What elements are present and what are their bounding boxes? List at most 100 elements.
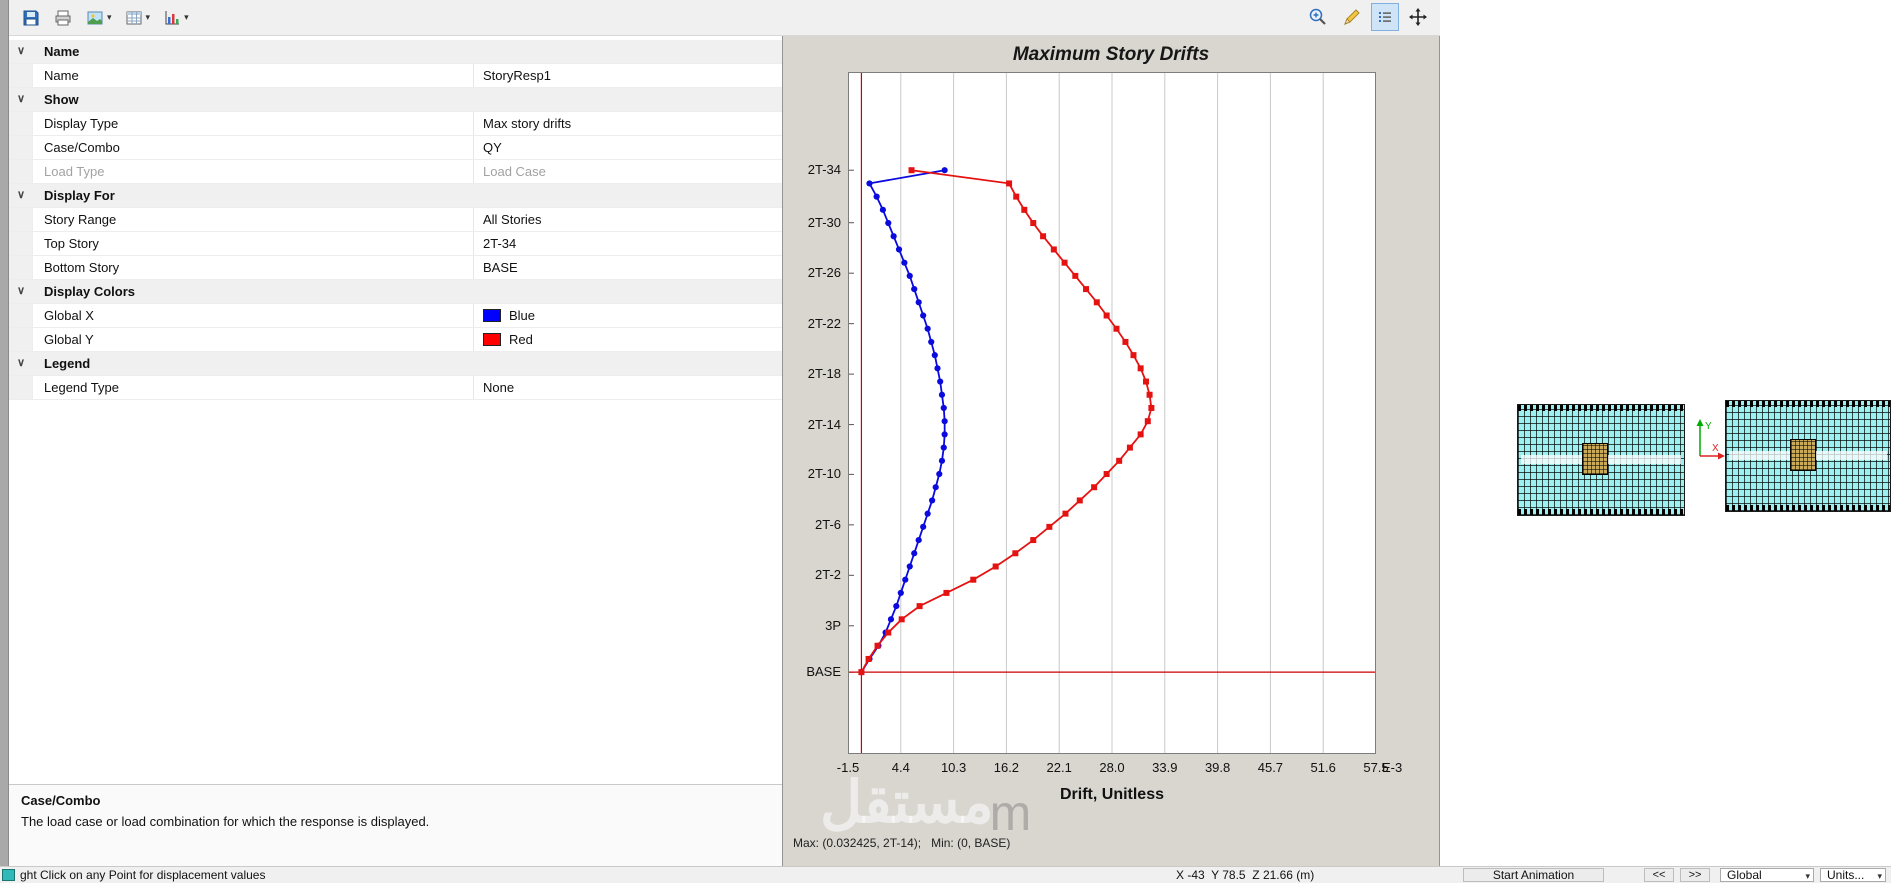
- drift-axis-tick-label: 28.0: [1099, 760, 1125, 775]
- chevron-down-icon: ∨: [16, 285, 26, 297]
- zoom-button[interactable]: [1303, 3, 1333, 31]
- property-row[interactable]: Global X Blue: [9, 304, 782, 328]
- structure-plan-view-left[interactable]: [1517, 404, 1685, 516]
- row-gutter: [9, 376, 33, 399]
- property-value-text: All Stories: [483, 212, 542, 227]
- property-value-text: Load Case: [483, 164, 546, 179]
- magnifier-plus-icon: [1309, 8, 1326, 25]
- details-list-button[interactable]: [1371, 3, 1399, 31]
- next-step-button[interactable]: >>: [1680, 868, 1710, 882]
- dropdown-arrow-icon: ▾: [1805, 871, 1810, 881]
- property-row[interactable]: Bottom Story BASE: [9, 256, 782, 280]
- printer-icon: [55, 10, 71, 25]
- property-value[interactable]: Red: [473, 328, 782, 351]
- structure-plan-view-right[interactable]: [1725, 400, 1891, 512]
- property-value-text: BASE: [483, 260, 518, 275]
- property-row[interactable]: Global Y Red: [9, 328, 782, 352]
- drift-axis-tick-label: 51.6: [1310, 760, 1336, 775]
- application-window: ▾ ▾ ▾ ∨ Name Name StoryResp1 ∨ Show Disp…: [0, 0, 1891, 883]
- start-animation-button[interactable]: Start Animation: [1463, 868, 1604, 882]
- pan-button[interactable]: [1403, 3, 1433, 31]
- story-axis-label: 2T-26: [807, 265, 841, 281]
- drift-axis-tick-label: 4.4: [891, 760, 910, 775]
- plan-core: [1790, 439, 1816, 471]
- story-axis-label: 2T-18: [807, 366, 841, 382]
- property-value[interactable]: QY: [473, 136, 782, 159]
- property-value[interactable]: Blue: [473, 304, 782, 327]
- show-tables-button[interactable]: ▾: [120, 4, 155, 32]
- property-value-text: StoryResp1: [483, 68, 551, 83]
- row-gutter: [9, 64, 33, 87]
- model-view-panel[interactable]: Y X: [1440, 0, 1891, 866]
- story-axis-label: 2T-6: [814, 516, 841, 532]
- floppy-icon: [23, 10, 39, 25]
- property-section-header[interactable]: ∨ Display For: [9, 184, 782, 208]
- drift-axis-tick-label: 33.9: [1152, 760, 1178, 775]
- property-value[interactable]: Max story drifts: [473, 112, 782, 135]
- table-icon: [126, 11, 142, 24]
- section-label: Display For: [44, 188, 115, 203]
- property-section-header[interactable]: ∨ Legend: [9, 352, 782, 376]
- cursor-coordinates: X -43 Y 78.5 Z 21.66 (m): [1176, 868, 1315, 882]
- property-row[interactable]: Legend Type None: [9, 376, 782, 400]
- global-axes-icon: Y X: [1696, 419, 1725, 460]
- export-image-button[interactable]: ▾: [81, 4, 116, 32]
- property-label: Top Story: [44, 236, 99, 251]
- color-swatch: [483, 333, 501, 346]
- story-axis-label: 2T-10: [807, 466, 841, 482]
- axis-x-label: X: [1712, 443, 1719, 454]
- property-value-text: 2T-34: [483, 236, 517, 251]
- property-section-header[interactable]: ∨ Display Colors: [9, 280, 782, 304]
- story-axis-label: 2T-22: [807, 315, 841, 331]
- properties-panel: ∨ Name Name StoryResp1 ∨ Show Display Type Max …: [9, 36, 783, 866]
- property-value[interactable]: 2T-34: [473, 232, 782, 255]
- drift-axis-tick-label: 39.8: [1204, 760, 1231, 775]
- property-section-header[interactable]: ∨ Show: [9, 88, 782, 112]
- property-label: Legend Type: [44, 380, 119, 395]
- property-value-text: QY: [483, 140, 502, 155]
- story-drift-plot[interactable]: [848, 72, 1376, 754]
- print-button[interactable]: [49, 4, 77, 32]
- row-gutter: [9, 328, 33, 351]
- save-button[interactable]: [17, 4, 45, 32]
- chart-panel: Maximum Story Drifts BASE 3P 2T-2 2T-6 2T-10…: [783, 36, 1440, 866]
- property-value-text: None: [483, 380, 515, 395]
- show-plots-button[interactable]: ▾: [158, 4, 193, 32]
- edit-pen-button[interactable]: [1337, 3, 1367, 31]
- property-value-text: Blue: [509, 308, 536, 323]
- chevron-down-icon: ∨: [16, 357, 26, 369]
- property-row[interactable]: Load Type Load Case: [9, 160, 782, 184]
- coordinate-system-dropdown[interactable]: Global ▾: [1720, 868, 1814, 882]
- dropdown-arrow-icon: ▾: [145, 12, 151, 22]
- row-gutter: [9, 256, 33, 279]
- section-label: Display Colors: [44, 284, 136, 299]
- section-label: Show: [44, 92, 79, 107]
- property-value[interactable]: StoryResp1: [473, 64, 782, 87]
- property-row[interactable]: Story Range All Stories: [9, 208, 782, 232]
- move-arrows-icon: [1409, 8, 1427, 26]
- color-swatch: [483, 309, 501, 322]
- axis-y-label: Y: [1705, 421, 1712, 432]
- row-gutter: [9, 304, 33, 327]
- property-label: Global X: [44, 308, 94, 323]
- property-value[interactable]: None: [473, 376, 782, 399]
- property-row[interactable]: Case/Combo QY: [9, 136, 782, 160]
- property-value[interactable]: Load Case: [473, 160, 782, 183]
- chevron-down-icon: ∨: [16, 45, 26, 57]
- bar-chart-icon: [165, 10, 180, 24]
- toolbar: ▾ ▾ ▾: [9, 0, 1440, 36]
- property-value[interactable]: BASE: [473, 256, 782, 279]
- story-axis-label: 2T-2: [814, 567, 841, 583]
- property-section-header[interactable]: ∨ Name: [9, 40, 782, 64]
- property-row[interactable]: Display Type Max story drifts: [9, 112, 782, 136]
- property-row[interactable]: Top Story 2T-34: [9, 232, 782, 256]
- property-label: Load Type: [44, 164, 105, 179]
- story-axis-label: 2T-14: [807, 416, 841, 432]
- property-row[interactable]: Name StoryResp1: [9, 64, 782, 88]
- previous-step-button[interactable]: <<: [1644, 868, 1674, 882]
- property-value[interactable]: All Stories: [473, 208, 782, 231]
- story-axis-label: 2T-30: [807, 214, 841, 230]
- units-dropdown[interactable]: Units... ▾: [1820, 868, 1886, 882]
- property-value-text: Red: [509, 332, 533, 347]
- property-label: Display Type: [44, 116, 119, 131]
